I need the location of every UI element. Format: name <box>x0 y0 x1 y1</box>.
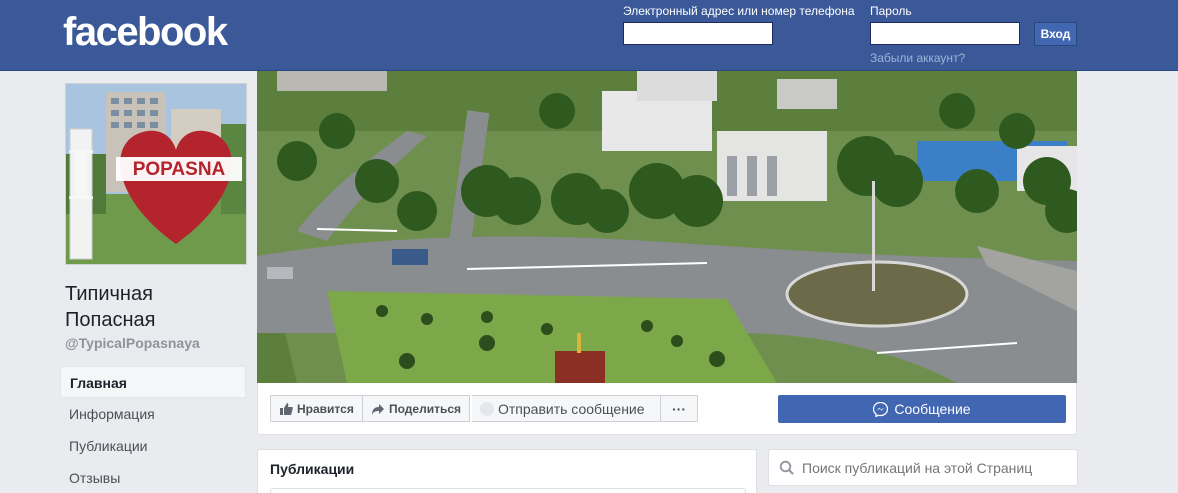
messenger-icon <box>480 401 494 416</box>
picture-letter: I <box>67 134 96 216</box>
send-message-button[interactable]: Отправить сообщение <box>472 395 661 422</box>
share-label: Поделиться <box>389 401 462 416</box>
like-label: Нравится <box>297 401 354 416</box>
password-label: Пароль <box>870 4 912 18</box>
login-button[interactable]: Вход <box>1034 22 1077 46</box>
more-options-button[interactable]: ··· <box>660 395 698 422</box>
facebook-logo[interactable]: facebook <box>63 10 228 55</box>
like-button[interactable]: Нравится <box>270 395 363 422</box>
message-button-label: Сообщение <box>894 401 971 417</box>
nav-item-reviews[interactable]: Отзывы <box>60 462 246 493</box>
profile-picture[interactable]: I POPASNA <box>65 83 247 265</box>
nav-item-info[interactable]: Информация <box>60 398 246 430</box>
picture-text: POPASNA <box>133 159 226 180</box>
cover-photo-image <box>257 71 1077 383</box>
password-field[interactable] <box>870 22 1020 45</box>
post-search-box <box>768 449 1078 486</box>
profile-picture-image: I POPASNA <box>66 84 246 264</box>
nav-item-home[interactable]: Главная <box>60 366 246 398</box>
search-posts-input[interactable] <box>802 458 1038 478</box>
message-button[interactable]: Сообщение <box>778 395 1066 423</box>
thumbs-up-icon <box>280 402 293 415</box>
top-bar: facebook Электронный адрес или номер тел… <box>0 0 1178 71</box>
email-field[interactable] <box>623 22 773 45</box>
posts-heading: Публикации <box>270 461 355 477</box>
more-icon: ··· <box>672 400 686 417</box>
messenger-icon <box>873 401 889 417</box>
search-icon <box>779 460 794 475</box>
share-arrow-icon <box>372 403 384 415</box>
post-item <box>270 488 746 493</box>
share-button[interactable]: Поделиться <box>363 395 471 422</box>
action-bar: Нравится Поделиться Отправить сообщение … <box>257 383 1077 435</box>
forgot-account-link[interactable]: Забыли аккаунт? <box>870 51 965 65</box>
posts-card: Публикации <box>257 449 757 493</box>
nav-item-posts[interactable]: Публикации <box>60 430 246 462</box>
page-handle[interactable]: @TypicalPopasnaya <box>65 335 200 351</box>
cover-photo[interactable] <box>257 71 1077 383</box>
email-label: Электронный адрес или номер телефона <box>623 4 855 18</box>
send-message-label: Отправить сообщение <box>498 400 645 417</box>
page-title[interactable]: Типичная Попасная <box>65 281 245 333</box>
page-nav: Главная Информация Публикации Отзывы <box>60 366 246 493</box>
